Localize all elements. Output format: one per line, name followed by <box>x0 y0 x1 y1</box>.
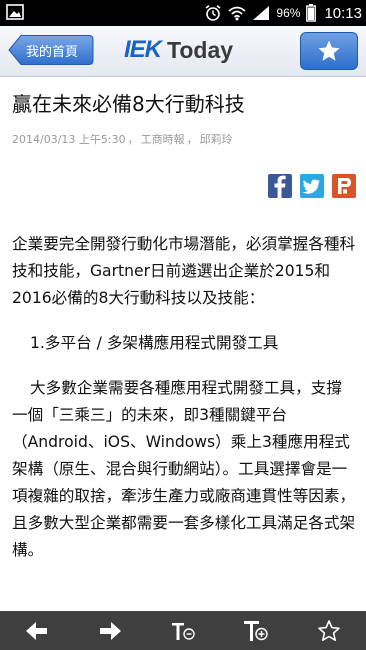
image-notification-icon <box>6 4 24 20</box>
back-home-label: 我的首頁 <box>26 45 79 60</box>
share-buttons <box>268 174 356 198</box>
article-date: 2014/03/13 上午5:30 <box>12 133 126 146</box>
article-list-item: 1.多平台 / 多架構應用程式開發工具 <box>30 334 279 352</box>
plurk-share-button[interactable] <box>332 174 356 198</box>
star-icon <box>318 40 340 61</box>
article-title: 贏在未來必備8大行動科技 <box>12 92 245 116</box>
wifi-icon <box>228 6 247 21</box>
previous-article-button[interactable] <box>17 615 57 647</box>
clock-time: 10:13 <box>324 4 362 22</box>
article-body: 企業要完全開發行動化市場潛能，必須掌握各種科技和技能，Gartner日前遴選出企… <box>12 231 356 582</box>
alarm-icon <box>205 5 221 21</box>
bookmark-button[interactable] <box>309 615 349 647</box>
forward-arrow-icon <box>99 621 121 640</box>
back-arrow-icon <box>25 621 47 640</box>
next-article-button[interactable] <box>90 615 130 647</box>
article-source: 工商時報 <box>140 133 185 146</box>
article-paragraph: 企業要完全開發行動化市場潛能，必須掌握各種科技和技能，Gartner日前遴選出企… <box>12 235 356 307</box>
article-author: 邱莉玲 <box>199 133 233 146</box>
article-paragraph: 大多數企業需要各種應用程式開發工具，支撐一個「三乘三」的未來，即3種關鍵平台（A… <box>12 379 356 559</box>
battery-icon <box>306 4 317 22</box>
plurk-icon <box>338 178 351 194</box>
increase-font-icon <box>244 620 268 641</box>
increase-font-button[interactable] <box>236 615 276 647</box>
favorite-button[interactable] <box>300 32 358 70</box>
bottom-toolbar <box>0 611 366 650</box>
logo-today-text: Today <box>167 36 234 63</box>
app-header: 我的首頁 IEK Today <box>0 26 366 77</box>
battery-percent: 96% <box>276 6 301 20</box>
article-meta: 2014/03/13 上午5:30，工商時報，邱莉玲 <box>12 133 233 146</box>
twitter-share-button[interactable] <box>300 174 324 198</box>
signal-icon <box>253 6 270 20</box>
decrease-font-icon <box>171 622 195 640</box>
back-home-button[interactable]: 我的首頁 <box>8 34 94 66</box>
facebook-icon <box>274 175 286 198</box>
facebook-share-button[interactable] <box>268 174 292 198</box>
decrease-font-button[interactable] <box>163 615 203 647</box>
favorite-star-icon <box>318 619 341 641</box>
status-bar: 96% 10:13 <box>0 0 366 26</box>
logo-iek-text: IEK <box>124 36 162 63</box>
twitter-icon <box>302 179 320 194</box>
app-logo: IEK Today <box>124 34 233 66</box>
